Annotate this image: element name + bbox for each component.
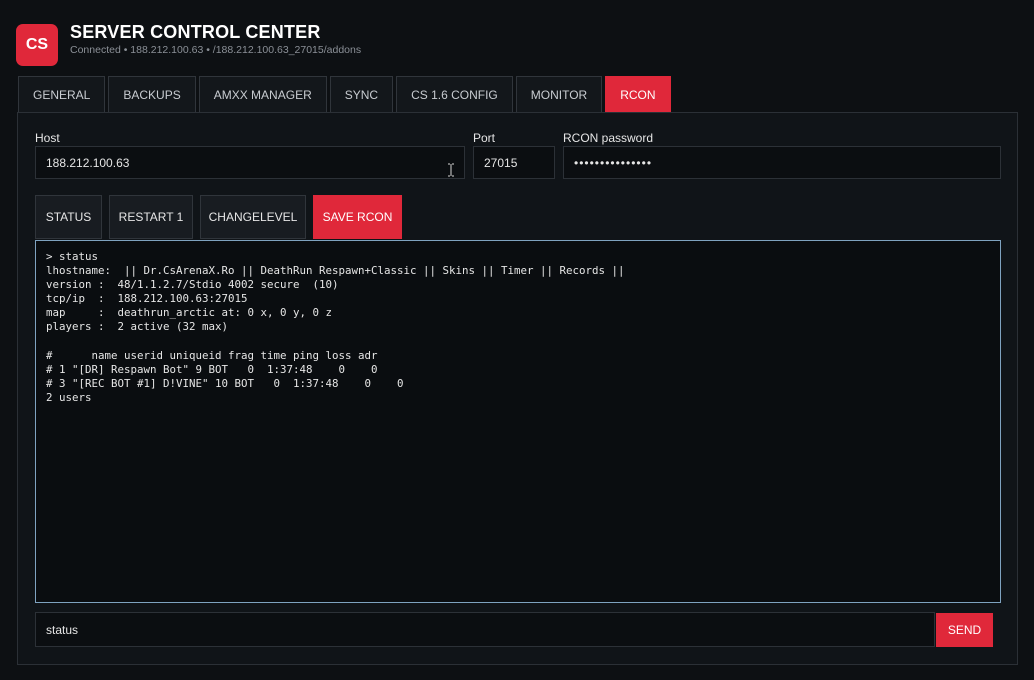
host-label: Host [35,131,60,145]
rcon-console-output[interactable]: > status lhostname: || Dr.CsArenaX.Ro || … [35,240,1001,603]
tab-cs16-config[interactable]: CS 1.6 CONFIG [396,76,513,112]
page-title: SERVER CONTROL CENTER [70,22,321,42]
tab-amxx-manager[interactable]: AMXX MANAGER [198,76,327,112]
tab-rcon[interactable]: RCON [605,76,671,112]
port-label: Port [473,131,496,145]
console-line: players : 2 active (32 max) [46,320,229,334]
command-input[interactable]: status [35,612,935,647]
app-logo: CS [16,24,58,66]
send-button[interactable]: SEND [936,613,993,647]
tab-monitor[interactable]: MONITOR [515,76,603,112]
console-line: map : deathrun_arctic at: 0 x, 0 y, 0 z [46,306,333,320]
tab-general[interactable]: GENERAL [18,76,106,112]
rcon-password-field[interactable]: ••••••••••••••• [563,146,1001,179]
console-line: version : 48/1.1.2.7/Stdio 4002 secure (… [46,278,339,292]
tab-backups[interactable]: BACKUPS [108,76,196,112]
tab-bar: GENERAL BACKUPS AMXX MANAGER SYNC CS 1.6… [18,76,674,112]
restart-button[interactable]: RESTART 1 [109,195,193,239]
password-label: RCON password [563,131,654,145]
console-line: lhostname: || Dr.CsArenaX.Ro || DeathRun… [46,264,625,278]
save-rcon-button[interactable]: SAVE RCON [313,195,402,239]
changelevel-button[interactable]: CHANGELEVEL [200,195,306,239]
console-line: tcp/ip : 188.212.100.63:27015 [46,292,248,306]
app-header: CS SERVER CONTROL CENTER Connected • 188… [16,22,916,66]
port-field[interactable]: 27015 [473,146,555,179]
status-button[interactable]: STATUS [35,195,102,239]
console-line: 2 users [46,390,92,404]
rcon-panel: Host 188.212.100.63 Port 27015 RCON pass… [17,112,1018,665]
tab-sync[interactable]: SYNC [329,76,394,112]
console-line: # 3 "[REC BOT #1] D!VINE" 10 BOT 0 1:37:… [46,376,404,390]
host-field[interactable]: 188.212.100.63 [35,146,465,179]
console-line: # name userid uniqueid frag time ping lo… [46,348,378,362]
console-line: > status [46,250,99,263]
text-cursor-icon [448,163,454,177]
connection-status: Connected • 188.212.100.63 • /188.212.10… [70,44,362,56]
console-line: # 1 "[DR] Respawn Bot" 9 BOT 0 1:37:48 0… [46,362,378,376]
